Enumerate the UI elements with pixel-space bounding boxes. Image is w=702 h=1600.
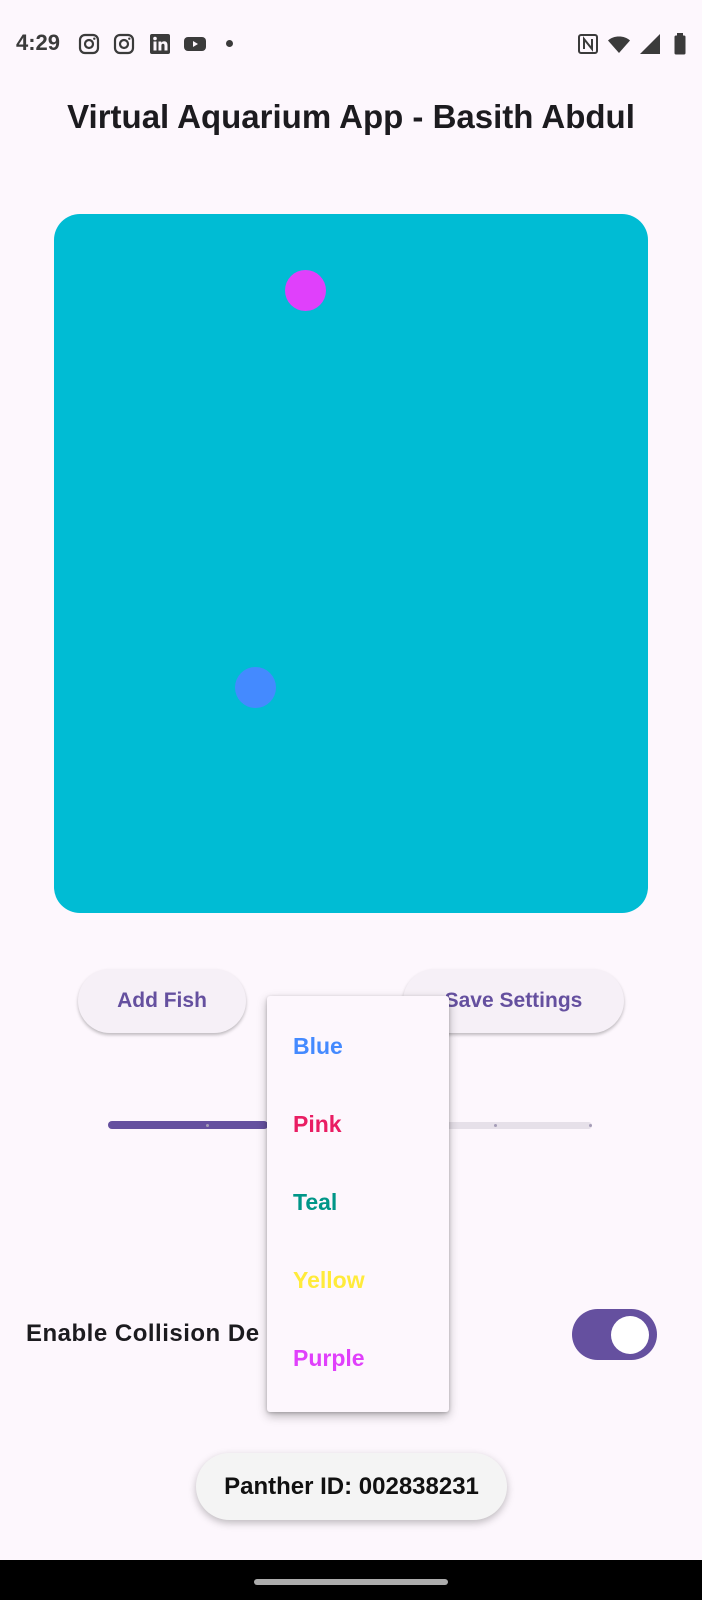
fish	[285, 270, 326, 311]
panther-id-chip: Panther ID: 002838231	[196, 1453, 507, 1520]
status-bar: 4:29	[0, 0, 702, 88]
slider-tick	[589, 1124, 592, 1127]
page-title: Virtual Aquarium App - Basith Abdul	[67, 98, 635, 135]
add-fish-button[interactable]: Add Fish	[78, 969, 246, 1033]
signal-icon	[638, 32, 662, 56]
color-option-yellow[interactable]: Yellow	[293, 1260, 365, 1300]
status-time: 4:29	[16, 30, 61, 55]
instagram-icon	[112, 32, 136, 56]
wifi-icon	[607, 32, 631, 56]
slider-tick	[494, 1124, 497, 1127]
fish	[235, 667, 276, 708]
slider-tick	[206, 1124, 209, 1127]
collision-detection-label: Enable Collision De	[26, 1320, 260, 1347]
collision-detection-toggle[interactable]	[572, 1309, 657, 1360]
battery-icon	[668, 32, 692, 56]
fish-color-dropdown-menu: Blue Pink Teal Yellow Purple	[267, 996, 449, 1412]
toggle-knob[interactable]	[611, 1316, 649, 1354]
color-option-purple[interactable]: Purple	[293, 1338, 365, 1378]
slider-fill	[108, 1121, 268, 1129]
aquarium-container	[54, 214, 648, 913]
color-option-pink[interactable]: Pink	[293, 1104, 342, 1144]
dot-icon	[226, 40, 233, 47]
youtube-icon	[183, 32, 207, 56]
home-gesture-handle[interactable]	[254, 1579, 448, 1585]
instagram-icon	[77, 32, 101, 56]
navigation-bar	[0, 1560, 702, 1600]
linkedin-icon	[148, 32, 172, 56]
nfc-icon	[576, 32, 600, 56]
color-option-blue[interactable]: Blue	[293, 1026, 343, 1066]
color-option-teal[interactable]: Teal	[293, 1182, 337, 1222]
